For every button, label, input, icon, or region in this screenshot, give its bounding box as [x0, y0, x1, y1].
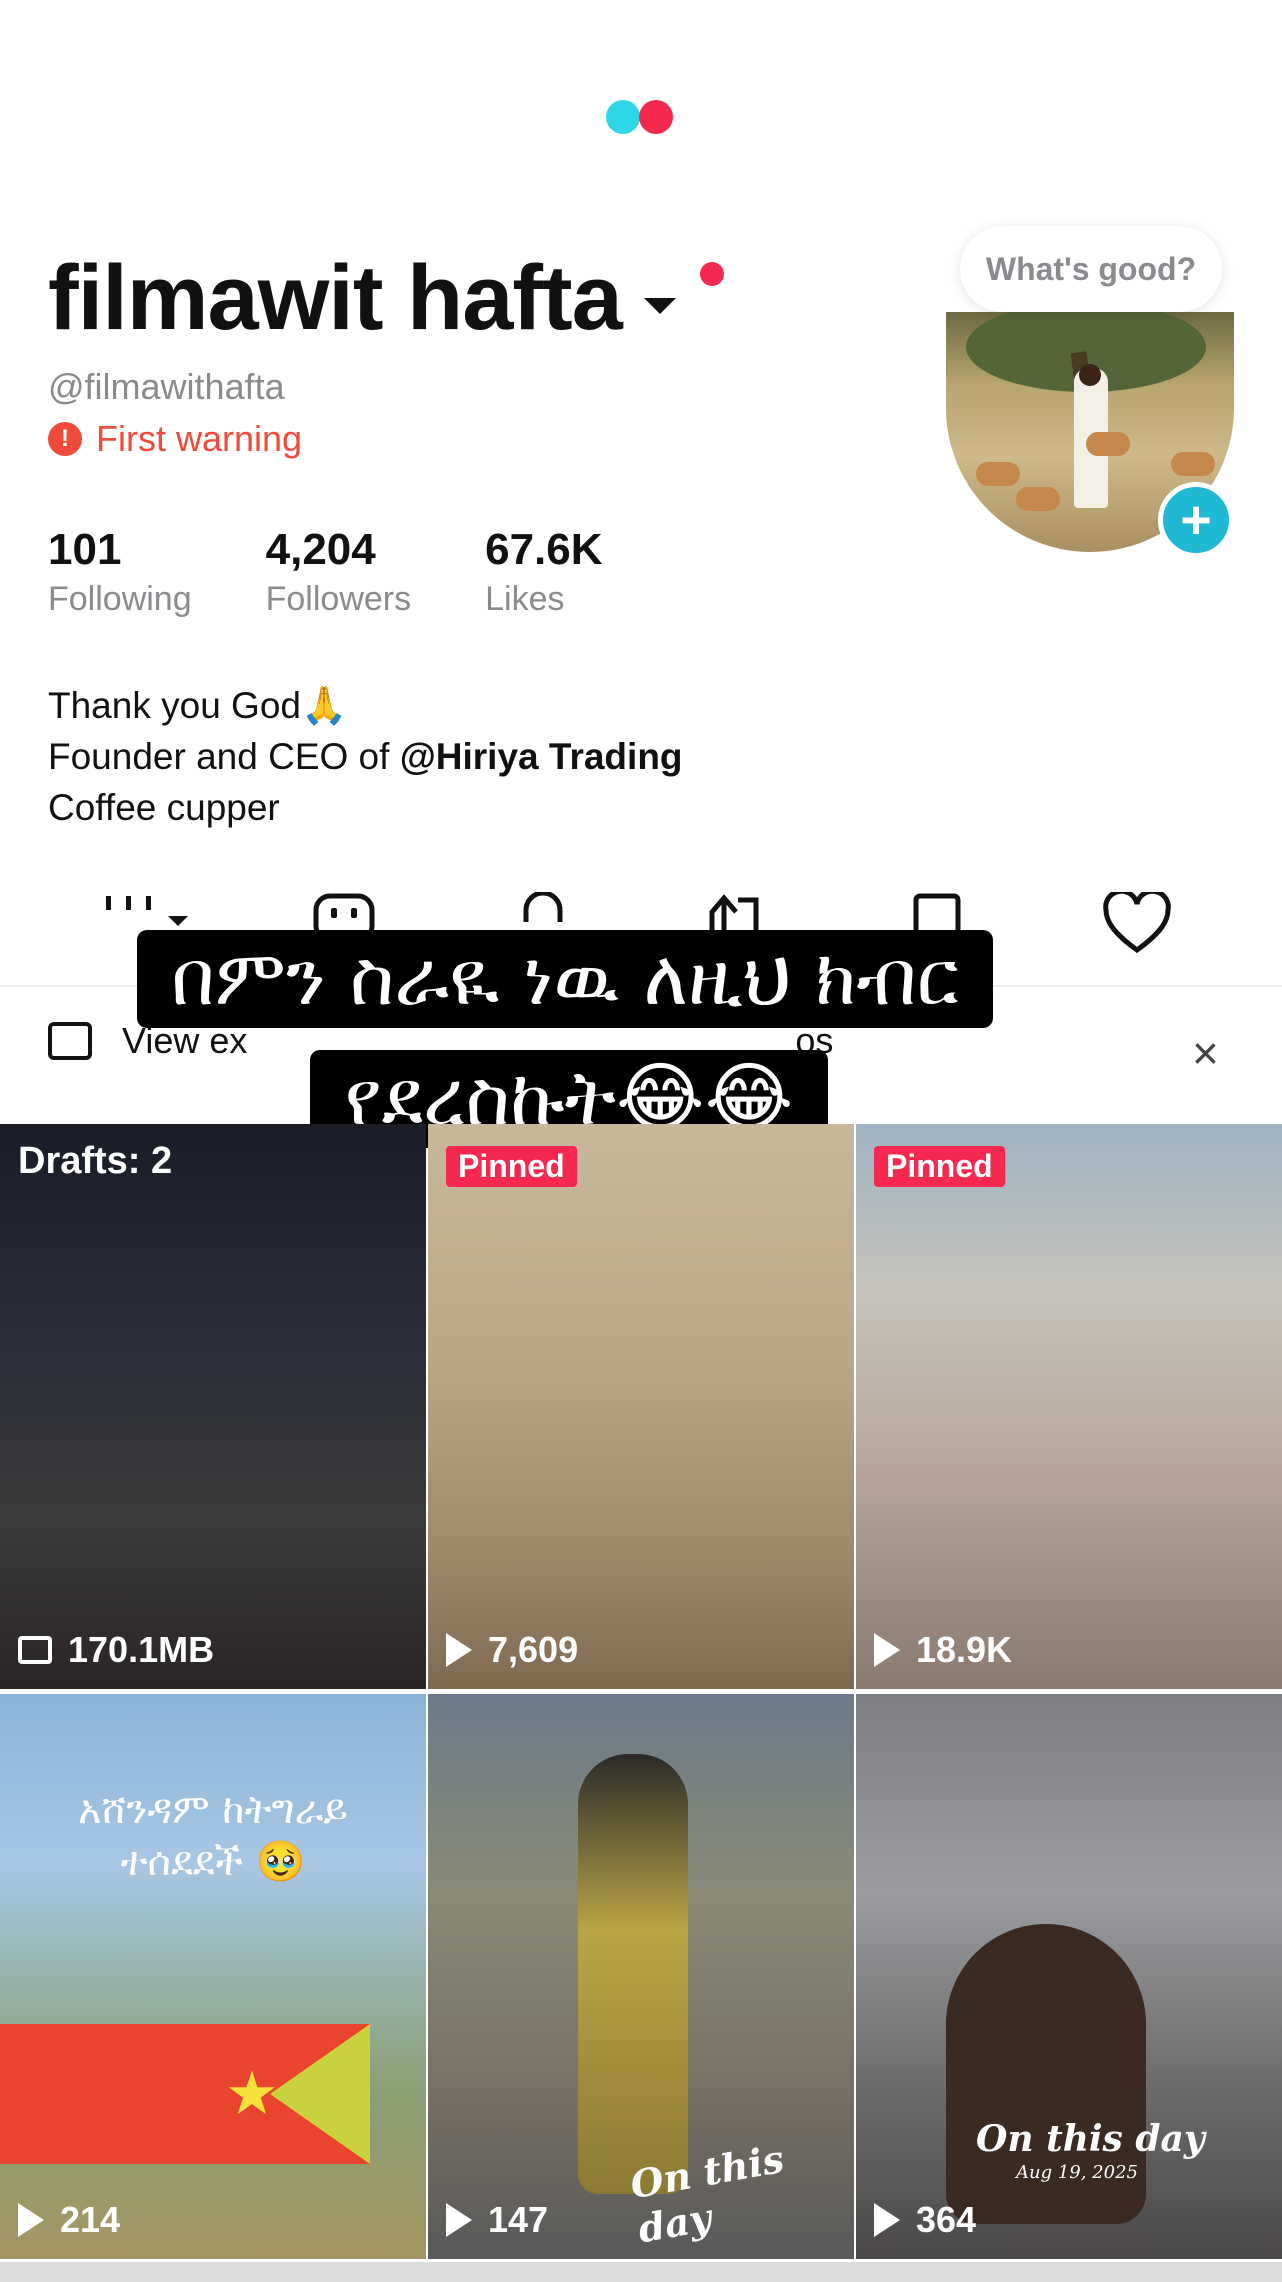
lock-icon[interactable]: [508, 892, 578, 932]
profile-name-row[interactable]: filmawit hafta: [48, 252, 676, 344]
notification-dot: [700, 262, 724, 286]
status-bubble[interactable]: What's good?: [960, 226, 1222, 312]
caption-overlay-line1: በምን ስራዪ ነዉ ለዚህ ክብር: [0, 930, 1206, 1028]
video-figure: [578, 1754, 688, 2194]
bio-text: Founder and CEO of: [48, 736, 400, 777]
chevron-down-icon[interactable]: [643, 298, 676, 314]
stat-label: Followers: [265, 580, 412, 619]
video-tile-pinned[interactable]: Pinned 7,609: [428, 1124, 854, 1689]
flag-image: ★: [0, 2024, 370, 2164]
stat-followers[interactable]: 4,204 Followers: [265, 525, 412, 619]
tiktok-logo: [606, 100, 676, 134]
pinned-badge: Pinned: [446, 1146, 577, 1187]
bio-line: Coffee cupper: [48, 787, 280, 828]
drafts-label: Drafts: 2: [18, 1140, 173, 1182]
view-count: 214: [60, 2199, 121, 2240]
tile-meta: 7,609: [446, 1629, 578, 1671]
display-name: filmawit hafta: [48, 247, 623, 349]
play-icon: [446, 2203, 472, 2237]
share-icon[interactable]: [700, 892, 770, 932]
video-tile[interactable]: On this day 147: [428, 1694, 854, 2259]
drafts-box-icon: [18, 1636, 52, 1664]
tile-overlay-text: አሸንዳም ከትግራይ ተሰደደች 🥹: [0, 1784, 426, 1888]
logo-dot-red: [639, 100, 673, 134]
stat-value: 67.6K: [485, 525, 603, 574]
bookmark-icon[interactable]: [908, 892, 968, 932]
stat-label: Likes: [485, 580, 565, 619]
profile-bio: Thank you God🙏 Founder and CEO of @Hiriy…: [48, 680, 683, 833]
bio-mention-link[interactable]: @Hiriya Trading: [400, 736, 683, 777]
profile-avatar[interactable]: +: [946, 312, 1236, 558]
view-count: 364: [916, 2199, 977, 2240]
profile-handle: @filmawithafta: [48, 366, 285, 407]
view-count: 18.9K: [916, 1629, 1013, 1670]
stat-label: Following: [48, 580, 192, 619]
play-icon: [874, 2203, 900, 2237]
stat-likes[interactable]: 67.6K Likes: [485, 525, 603, 619]
logo-dot-cyan: [606, 100, 640, 134]
video-tile-drafts[interactable]: Drafts: 2 170.1MB: [0, 1124, 426, 1689]
tile-meta: 147: [446, 2199, 548, 2241]
tile-overlay-line: አሸንዳም ከትግራይ: [77, 1787, 349, 1833]
videos-grid-icon[interactable]: [100, 892, 200, 932]
tile-meta: 170.1MB: [18, 1629, 214, 1671]
play-icon: [874, 1633, 900, 1667]
video-tile-pinned[interactable]: Pinned 18.9K: [856, 1124, 1282, 1689]
account-warning[interactable]: ! First warning: [48, 418, 302, 460]
add-story-button[interactable]: +: [1158, 482, 1234, 558]
next-row-preview: [0, 2262, 1282, 2282]
exclamation-icon: !: [48, 422, 82, 456]
view-count: 147: [488, 2199, 549, 2240]
stat-following[interactable]: 101 Following: [48, 525, 192, 619]
tile-overlay-line: ተሰደደች 🥹: [120, 1839, 306, 1885]
video-grid: Drafts: 2 170.1MB Pinned 7,609 Pinned 18…: [0, 1124, 1282, 2282]
on-this-day-label: On this day: [976, 2118, 1205, 2160]
warning-label: First warning: [96, 418, 303, 459]
profile-stats: 101 Following 4,204 Followers 67.6K Like…: [48, 525, 677, 619]
tile-meta: 214: [18, 2199, 120, 2241]
tile-meta: 364: [874, 2199, 976, 2241]
tile-size: 170.1MB: [68, 1629, 215, 1670]
on-this-day-date: Aug 19, 2025: [1016, 2162, 1138, 2183]
video-tile[interactable]: አሸንዳም ከትግራይ ተሰደደች 🥹 ★ 214: [0, 1694, 426, 2259]
view-count: 7,609: [488, 1629, 579, 1670]
caption-text: በምን ስራዪ ነዉ ለዚህ ክብር: [137, 930, 993, 1028]
stat-value: 101: [48, 525, 122, 574]
play-icon: [18, 2203, 44, 2237]
repost-bot-icon[interactable]: [310, 892, 380, 932]
pinned-badge: Pinned: [874, 1146, 1005, 1187]
tile-meta: 18.9K: [874, 1629, 1012, 1671]
stat-value: 4,204: [265, 525, 376, 574]
play-icon: [446, 1633, 472, 1667]
video-tile[interactable]: On this day Aug 19, 2025 364: [856, 1694, 1282, 2259]
bio-line: Founder and CEO of @Hiriya Trading: [48, 731, 683, 782]
bio-line: Thank you God🙏: [48, 685, 348, 726]
